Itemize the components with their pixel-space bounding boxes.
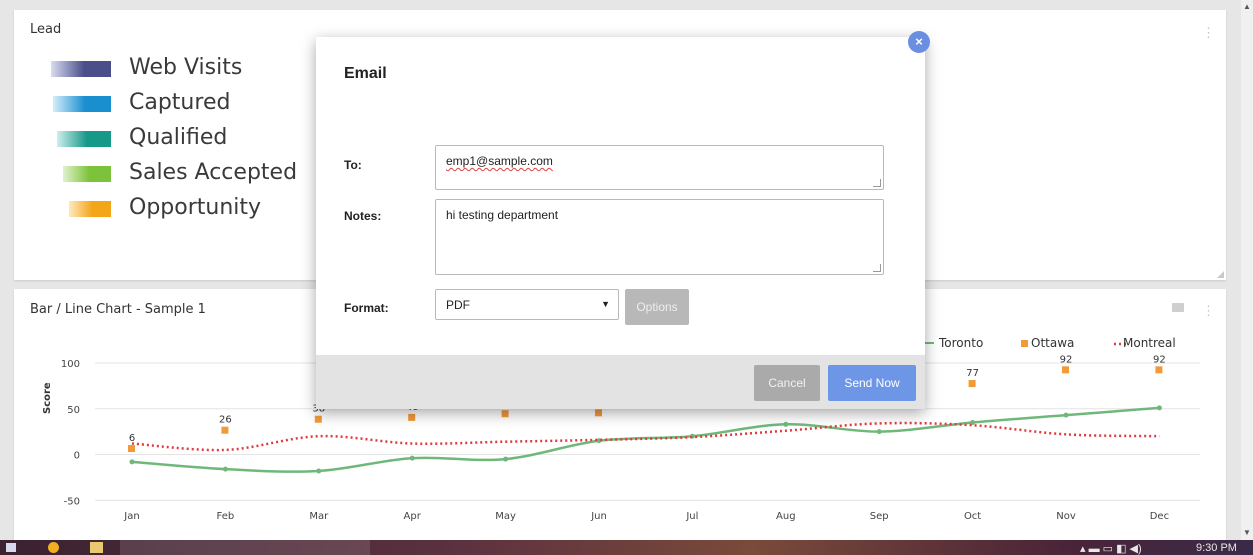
active-window-tab[interactable] (120, 540, 370, 555)
data-label-ottawa: 77 (966, 368, 979, 379)
tray-icons[interactable]: ▴ ▬ ▭ ◧ ◀) (1080, 542, 1142, 555)
cancel-button[interactable]: Cancel (754, 365, 820, 401)
x-tick-label: Oct (964, 511, 981, 522)
series-marker-ottawa (314, 415, 322, 423)
y-tick-label: -50 (64, 496, 80, 507)
series-point-toronto (1063, 412, 1069, 418)
series-marker-ottawa (968, 380, 976, 388)
taskbar-clock: 9:30 PM (1196, 542, 1237, 554)
series-point-toronto (409, 455, 415, 461)
x-tick-label: Jan (123, 511, 139, 522)
data-label-ottawa: 92 (1060, 354, 1073, 365)
x-tick-label: Dec (1150, 511, 1169, 522)
modal-title: Email (344, 65, 387, 82)
close-icon[interactable]: × (908, 31, 930, 53)
notes-label: Notes: (344, 209, 382, 223)
data-label-ottawa: 26 (219, 415, 232, 426)
x-tick-label: Mar (309, 511, 329, 522)
series-marker-ottawa (1155, 366, 1163, 374)
to-value: emp1@sample.com (446, 154, 553, 168)
series-point-toronto (876, 429, 882, 435)
x-tick-label: May (495, 511, 516, 522)
browser-icon[interactable] (48, 542, 59, 553)
legend-marker (1021, 340, 1028, 347)
resize-grip-icon[interactable] (873, 264, 881, 272)
resize-grip-icon[interactable] (873, 179, 881, 187)
to-field[interactable]: emp1@sample.com (435, 145, 884, 190)
modal-footer: Cancel Send Now (316, 355, 925, 409)
series-marker-ottawa (128, 445, 135, 453)
dropdown-arrow-icon: ▼ (601, 299, 610, 309)
data-label-ottawa: 92 (1153, 354, 1166, 365)
email-modal: Email × To: emp1@sample.com Notes: hi te… (316, 31, 930, 409)
send-now-button[interactable]: Send Now (828, 365, 916, 401)
format-value: PDF (446, 298, 470, 312)
x-tick-label: Nov (1056, 511, 1076, 522)
y-axis-label: Score (42, 382, 53, 414)
series-point-toronto (1156, 405, 1162, 411)
series-marker-ottawa (595, 409, 602, 417)
series-point-toronto (316, 468, 322, 474)
series-marker-ottawa (501, 410, 509, 418)
y-tick-label: 0 (74, 451, 80, 462)
series-marker-ottawa (1062, 366, 1069, 374)
to-label: To: (344, 158, 362, 172)
series-point-toronto (503, 456, 509, 462)
series-marker-ottawa (221, 426, 229, 434)
x-tick-label: Feb (217, 511, 235, 522)
format-select[interactable]: PDF ▼ (435, 289, 619, 320)
scroll-up-icon[interactable]: ▲ (1243, 2, 1251, 11)
series-marker-ottawa (408, 413, 416, 421)
format-label: Format: (344, 301, 389, 315)
y-tick-label: 100 (61, 359, 80, 370)
scroll-down-icon[interactable]: ▼ (1243, 528, 1251, 537)
series-point-toronto (222, 466, 228, 472)
legend-label: Montreal (1123, 336, 1176, 350)
notes-value: hi testing department (446, 208, 559, 222)
series-point-toronto (783, 421, 789, 427)
y-tick-label: 50 (67, 405, 80, 416)
x-tick-label: Aug (776, 511, 796, 522)
data-label-ottawa: 6 (129, 433, 135, 444)
notes-field[interactable]: hi testing department (435, 199, 884, 275)
legend-label: Ottawa (1031, 336, 1074, 350)
legend-label: Toronto (938, 336, 983, 350)
options-button[interactable]: Options (625, 289, 689, 325)
dashboard-page: Lead ⋮ Web Visits Captured Qualified Sales … (0, 0, 1253, 555)
x-tick-label: Jun (590, 511, 607, 522)
series-line-montreal (131, 421, 1160, 452)
series-point-toronto (129, 459, 135, 465)
taskbar: ▴ ▬ ▭ ◧ ◀) 9:30 PM (0, 540, 1253, 555)
x-tick-label: Apr (404, 511, 422, 522)
windows-start-icon[interactable] (6, 543, 16, 552)
x-tick-label: Jul (685, 511, 698, 522)
scrollbar[interactable]: ▲ ▼ (1241, 0, 1253, 540)
x-tick-label: Sep (870, 511, 889, 522)
file-explorer-icon[interactable] (90, 542, 103, 553)
